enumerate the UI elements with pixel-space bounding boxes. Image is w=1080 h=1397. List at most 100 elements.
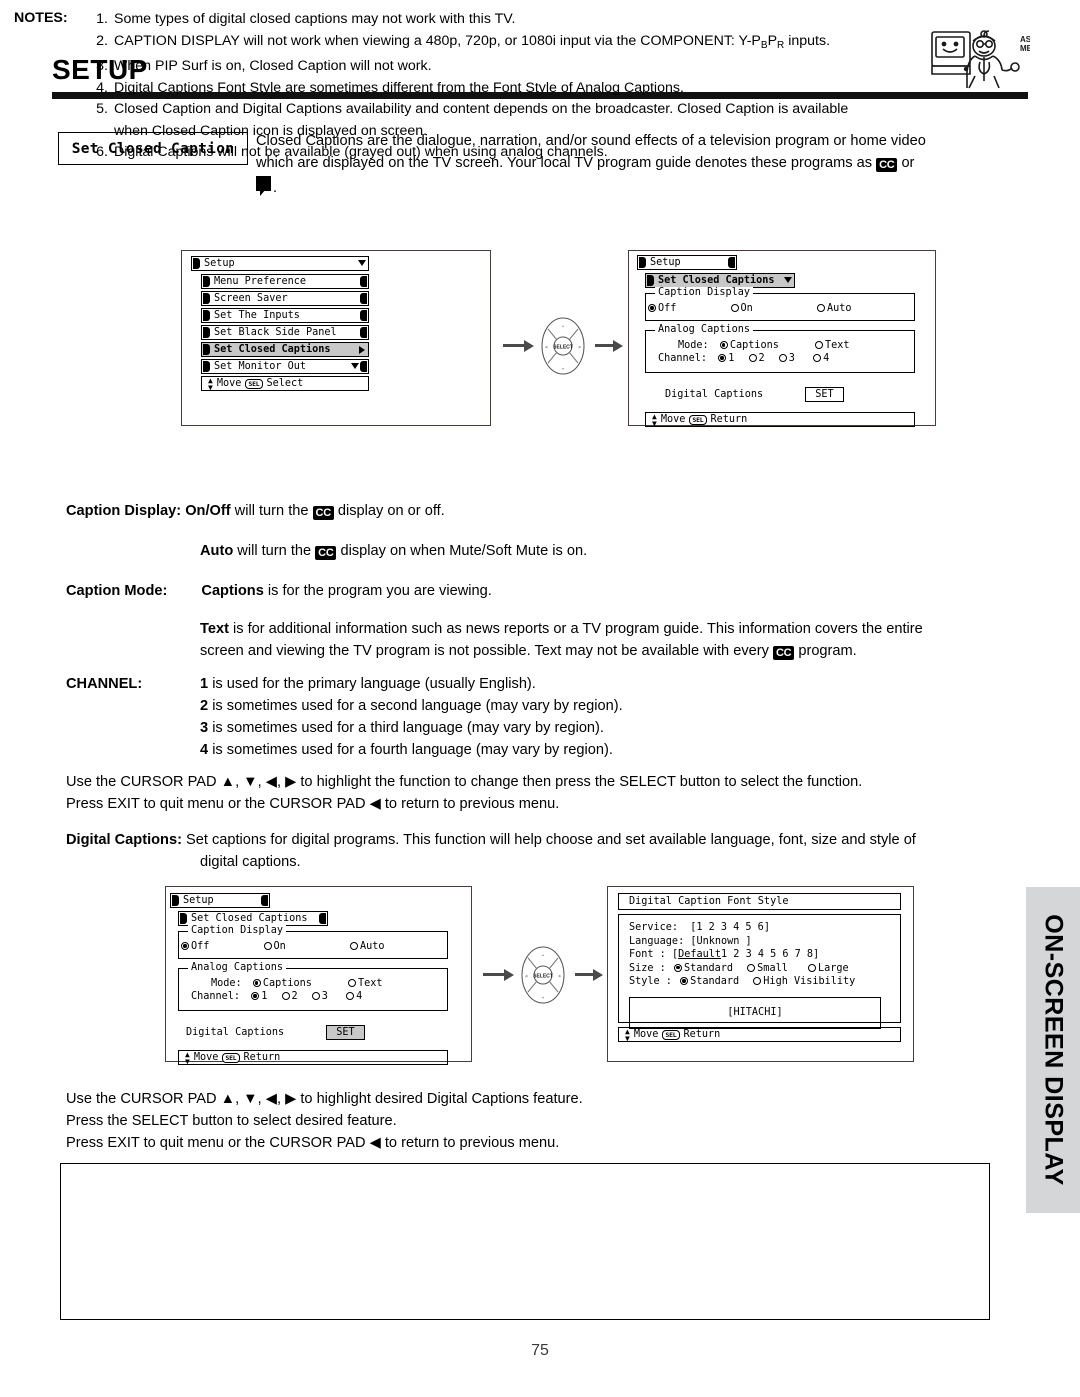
radio-icon	[673, 963, 682, 972]
analog-captions-group: Analog Captions Mode: Captions Text Chan…	[645, 324, 915, 373]
cursor-instr-line1: Use the CURSOR PAD ▲, ▼, ◀, ▶ to highlig…	[66, 774, 863, 790]
row-service[interactable]: Service: [1 2 3 4 5 6]	[629, 921, 900, 935]
radio-mode-text[interactable]: Text	[815, 340, 850, 351]
row-size[interactable]: Size : Standard Small Large	[629, 962, 900, 976]
radio-size-standard[interactable]: Standard	[673, 962, 733, 976]
radio-channel-4[interactable]: 4	[813, 353, 829, 364]
radio-icon	[346, 992, 355, 1000]
sidebar-item-menu-preference[interactable]: Menu Preference	[201, 274, 369, 289]
submenu-title-label: Set Closed Captions	[658, 275, 775, 286]
note-item: 6. Digital Captions will not be availabl…	[90, 142, 910, 164]
svg-text:▼: ▼	[541, 996, 544, 1000]
ask-me-line1: ASK	[1020, 35, 1030, 44]
radio-channel-1[interactable]: 1	[251, 991, 267, 1002]
radio-caption-display-on[interactable]: On	[263, 941, 286, 952]
radio-caption-display-auto[interactable]: Auto	[816, 303, 852, 314]
radio-label: On	[740, 303, 753, 314]
note-item: 1. Some types of digital closed captions…	[90, 9, 910, 31]
row-language[interactable]: Language: [Unknown ]	[629, 935, 900, 949]
font-label: Font :	[629, 949, 666, 960]
note-text: Closed Caption and Digital Captions avai…	[114, 101, 849, 139]
up-down-arrow-icon: ▲ ▼	[652, 411, 657, 428]
sidebar-item-label: Set Black Side Panel	[214, 327, 337, 338]
note-number: 1.	[96, 11, 108, 27]
row-font[interactable]: Font : [Default1 2 3 4 5 6 7 8]	[629, 948, 900, 962]
radio-channel-2[interactable]: 2	[281, 991, 298, 1002]
font-value-rest: 1 2 3 4 5 6 7 8]	[721, 949, 820, 960]
svg-text:SELECT: SELECT	[553, 345, 573, 351]
note-text: Some types of digital closed captions ma…	[114, 11, 516, 27]
cursor-instr-line2: Press EXIT to quit menu or the CURSOR PA…	[66, 796, 560, 812]
radio-icon	[719, 341, 728, 349]
radio-label: 4	[356, 991, 363, 1002]
font-style-settings-group: Service: [1 2 3 4 5 6] Language: [Unknow…	[618, 914, 901, 1029]
radio-label: 3	[788, 353, 795, 364]
caption-flag-icon	[256, 176, 273, 196]
radio-icon	[730, 304, 739, 312]
radio-icon	[813, 354, 822, 362]
mode-label: Mode:	[678, 340, 709, 351]
radio-size-large[interactable]: Large	[807, 962, 849, 976]
style-label: Style :	[629, 976, 672, 987]
footer-action-label: Select	[266, 378, 304, 389]
radio-label: Small	[757, 962, 788, 974]
footer-move-label: Move	[660, 414, 686, 425]
footer-move-label: Move	[216, 378, 242, 389]
svg-text:▼: ▼	[561, 367, 564, 371]
radio-label: Text	[825, 340, 850, 351]
caption-display-group: Caption Display Off On Auto	[645, 287, 915, 321]
radio-mode-captions[interactable]: Captions	[252, 978, 312, 989]
digital-captions-set-button[interactable]: SET	[326, 1025, 365, 1040]
radio-label: Captions	[262, 978, 312, 989]
radio-channel-1[interactable]: 1	[718, 353, 734, 364]
radio-mode-text[interactable]: Text	[348, 978, 383, 989]
radio-mode-captions[interactable]: Captions	[719, 340, 779, 351]
footer-move-label: Move	[633, 1029, 659, 1040]
cc-badge-icon: CC	[312, 506, 334, 520]
caption-mode-section: Caption Mode: Captions is for the progra…	[66, 580, 1026, 662]
up-down-arrow-icon: ▲ ▼	[185, 1049, 190, 1066]
radio-caption-display-off[interactable]: Off	[181, 941, 209, 952]
radio-icon	[718, 354, 727, 362]
channel-desc: is sometimes used for a third language (…	[212, 720, 604, 736]
radio-caption-display-on[interactable]: On	[730, 303, 753, 314]
auto-term: Auto	[200, 543, 234, 559]
channel-num: 3	[200, 720, 209, 736]
sidebar-item-set-black-side-panel[interactable]: Set Black Side Panel	[201, 325, 369, 340]
sidebar-item-set-closed-captions[interactable]: Set Closed Captions	[201, 342, 369, 357]
service-label: Service:	[629, 922, 679, 933]
sidebar-item-set-the-inputs[interactable]: Set The Inputs	[201, 308, 369, 323]
svg-text:▶: ▶	[579, 345, 582, 349]
radio-caption-display-auto[interactable]: Auto	[349, 941, 385, 952]
radio-style-high-visibility[interactable]: High Visibility	[753, 975, 855, 989]
radio-style-standard[interactable]: Standard	[680, 975, 739, 989]
caption-display-line1-b: will turn the	[234, 503, 309, 519]
language-label: Language:	[629, 935, 685, 947]
on-off-term: On/Off	[185, 503, 231, 519]
radio-icon	[778, 354, 787, 362]
row-style[interactable]: Style : Standard High Visibility	[629, 975, 900, 989]
radio-size-small[interactable]: Small	[747, 962, 788, 976]
sidebar-item-set-monitor-out[interactable]: Set Monitor Out	[201, 359, 369, 374]
radio-caption-display-off[interactable]: Off	[648, 303, 676, 314]
digital-captions-set-button[interactable]: SET	[805, 387, 844, 402]
radio-label: Large	[817, 962, 849, 974]
chevron-down-icon	[358, 260, 366, 266]
sidebar-item-screen-saver[interactable]: Screen Saver	[201, 291, 369, 306]
radio-channel-2[interactable]: 2	[748, 353, 765, 364]
sel-key-icon: SEL	[222, 1052, 240, 1063]
radio-label: Text	[358, 978, 383, 989]
caption-mode-text-d: program.	[798, 643, 857, 659]
note-text: Digital Captions Font Style are sometime…	[114, 79, 684, 96]
figure1-flow: SELECT ▲ ▼ ◀ ▶	[503, 316, 623, 376]
radio-icon	[311, 992, 320, 1000]
radio-channel-3[interactable]: 3	[311, 991, 328, 1002]
submenu-title-set-closed-captions: Set Closed Captions	[178, 911, 328, 926]
caption-mode-section-label: Caption Mode:	[66, 583, 168, 599]
radio-channel-4[interactable]: 4	[346, 991, 362, 1002]
service-value: [1 2 3 4 5 6]	[690, 922, 770, 933]
radio-channel-3[interactable]: 3	[778, 353, 795, 364]
caption-mode-text-b: is for additional information such as ne…	[233, 621, 923, 637]
mode-label: Mode:	[211, 978, 242, 989]
figure1-right-footer: ▲ ▼ Move SEL Return	[645, 412, 915, 427]
